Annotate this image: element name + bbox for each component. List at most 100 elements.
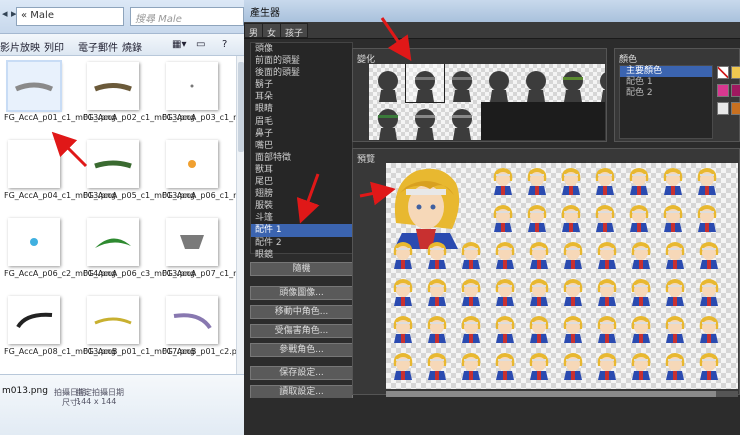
search-input[interactable]: 搜尋 Male <box>130 7 244 26</box>
file-name: FG_AccA_p07_c1_m013.png <box>162 269 236 278</box>
sprite-frame <box>388 276 418 306</box>
file-item[interactable]: FG_AccB_p01_c2.png <box>162 292 236 370</box>
file-thumbnail <box>8 140 60 188</box>
sprite-frame <box>626 350 656 380</box>
sprite-frame <box>490 350 520 380</box>
sprite-frame <box>692 202 722 232</box>
color-swatch[interactable] <box>717 102 729 115</box>
email-button[interactable]: 電子郵件 <box>78 39 118 54</box>
part-item[interactable]: 鼻子 <box>251 128 352 140</box>
file-item[interactable]: FG_AccA_p05_c1_m013.png <box>83 136 195 214</box>
variation-option[interactable] <box>369 102 407 140</box>
tab-female[interactable]: 女 <box>262 23 282 39</box>
file-item[interactable]: FG_AccA_p02_c1_m013.png <box>83 58 195 136</box>
details-pane: m013.png 拍攝日期: 指定拍攝日期 尺寸: 144 x 144 <box>0 374 244 435</box>
sprite-frame <box>592 239 622 269</box>
color-item[interactable]: 配色 1 <box>620 77 712 88</box>
save-settings-button[interactable]: 保存設定... <box>250 366 353 380</box>
sprite-frame <box>692 165 722 195</box>
sprite-frame <box>694 276 724 306</box>
file-item[interactable]: FG_AccA_p01_c1_m013.png <box>4 58 116 136</box>
help-icon[interactable]: ? <box>222 39 227 50</box>
burn-button[interactable]: 燒錄 <box>122 39 142 54</box>
color-swatch[interactable] <box>731 66 740 79</box>
part-item[interactable]: 嘴巴 <box>251 140 352 152</box>
tab-male[interactable]: 男 <box>244 23 264 39</box>
part-item[interactable]: 後面的頭髮 <box>251 67 352 79</box>
variation-option[interactable] <box>443 64 481 102</box>
preview-scrollbar[interactable] <box>386 391 738 397</box>
sprite-frame <box>694 239 724 269</box>
file-item[interactable]: FG_AccA_p03_c1_m013.png <box>162 58 236 136</box>
variation-option[interactable] <box>480 64 518 102</box>
variation-grid <box>369 64 605 140</box>
slideshow-button[interactable]: 影片放映 <box>0 39 40 54</box>
sprite-frame <box>422 239 452 269</box>
file-thumbnail <box>87 62 139 110</box>
file-item[interactable]: FG_AccB_p01_c1_m017.png <box>83 292 195 370</box>
color-swatch[interactable] <box>717 66 729 79</box>
file-item[interactable]: FG_AccA_p07_c1_m013.png <box>162 214 236 292</box>
view-options-icon[interactable]: ▦▾ <box>172 39 186 50</box>
save-damage-button[interactable]: 受傷害角色... <box>250 324 353 338</box>
variation-option[interactable] <box>443 102 481 140</box>
character-generator-window: 產生器 男 女 孩子 頭像 前面的頭髮 後面的頭髮 鬍子 耳朵 眼睛 眉毛 鼻子 嘴巴 面部特徵獸… <box>244 0 740 435</box>
part-item[interactable]: 獸耳 <box>251 164 352 176</box>
variation-option[interactable] <box>517 64 555 102</box>
part-item[interactable]: 面部特徵 <box>251 152 352 164</box>
preview-pane-icon[interactable]: ▭ <box>196 39 205 50</box>
part-item[interactable]: 翅膀 <box>251 188 352 200</box>
part-item[interactable]: 頭像 <box>251 43 352 55</box>
file-item[interactable]: FG_AccA_p06_c1_m015.png <box>162 136 236 214</box>
sprite-frame <box>388 350 418 380</box>
sprite-frame <box>660 350 690 380</box>
color-item[interactable]: 配色 2 <box>620 88 712 99</box>
sprite-frame <box>626 276 656 306</box>
gender-tabs: 男 女 孩子 <box>244 22 740 39</box>
random-button[interactable]: 隨機 <box>250 262 353 276</box>
part-item[interactable]: 配件 1 <box>251 224 352 237</box>
file-item[interactable]: FG_AccA_p08_c1_m013.png <box>4 292 116 370</box>
save-walk-button[interactable]: 移動中角色... <box>250 305 353 319</box>
file-thumbnail <box>166 218 218 266</box>
color-swatch[interactable] <box>717 84 729 97</box>
print-button[interactable]: 列印 <box>44 39 64 54</box>
file-item[interactable]: FG_AccA_p06_c2_m014.png <box>4 214 116 292</box>
variation-option[interactable] <box>554 64 592 102</box>
sprite-frame <box>558 276 588 306</box>
part-item[interactable]: 眼睛 <box>251 103 352 115</box>
part-item[interactable]: 服裝 <box>251 200 352 212</box>
save-battle-button[interactable]: 參戰角色... <box>250 343 353 357</box>
variation-option[interactable] <box>369 64 407 102</box>
part-item[interactable]: 眼鏡 <box>251 249 352 261</box>
color-item[interactable]: 主要顏色 <box>620 66 712 77</box>
part-item[interactable]: 眉毛 <box>251 116 352 128</box>
sprite-frame <box>524 239 554 269</box>
part-item[interactable]: 斗篷 <box>251 212 352 224</box>
save-face-button[interactable]: 頭像圖像... <box>250 286 353 300</box>
part-item[interactable]: 耳朵 <box>251 91 352 103</box>
file-name: FG_AccA_p06_c1_m015.png <box>162 191 236 200</box>
sprite-frame <box>624 165 654 195</box>
nav-buttons[interactable]: ◂ ▸ <box>2 7 17 20</box>
sprite-frame <box>388 239 418 269</box>
part-item[interactable]: 尾巴 <box>251 176 352 188</box>
breadcrumb[interactable]: « Male <box>16 7 124 26</box>
variation-option[interactable] <box>591 64 605 102</box>
part-item[interactable]: 鬍子 <box>251 79 352 91</box>
part-item[interactable]: 配件 2 <box>251 237 352 249</box>
sprite-frame <box>490 239 520 269</box>
vertical-scrollbar[interactable] <box>236 56 244 374</box>
color-swatch[interactable] <box>731 102 740 115</box>
color-swatch[interactable] <box>731 84 740 97</box>
load-settings-button[interactable]: 讀取設定... <box>250 385 353 399</box>
preview-area <box>386 163 738 389</box>
file-item[interactable]: FG_AccA_p06_c3_m013.png <box>83 214 195 292</box>
file-item[interactable]: FG_AccA_p04_c1_m013.png <box>4 136 116 214</box>
variation-option[interactable] <box>405 64 445 103</box>
tab-child[interactable]: 孩子 <box>280 23 309 39</box>
part-item[interactable]: 前面的頭髮 <box>251 55 352 67</box>
file-thumbnail <box>87 296 139 344</box>
sprite-frame <box>592 276 622 306</box>
variation-option[interactable] <box>406 102 444 140</box>
